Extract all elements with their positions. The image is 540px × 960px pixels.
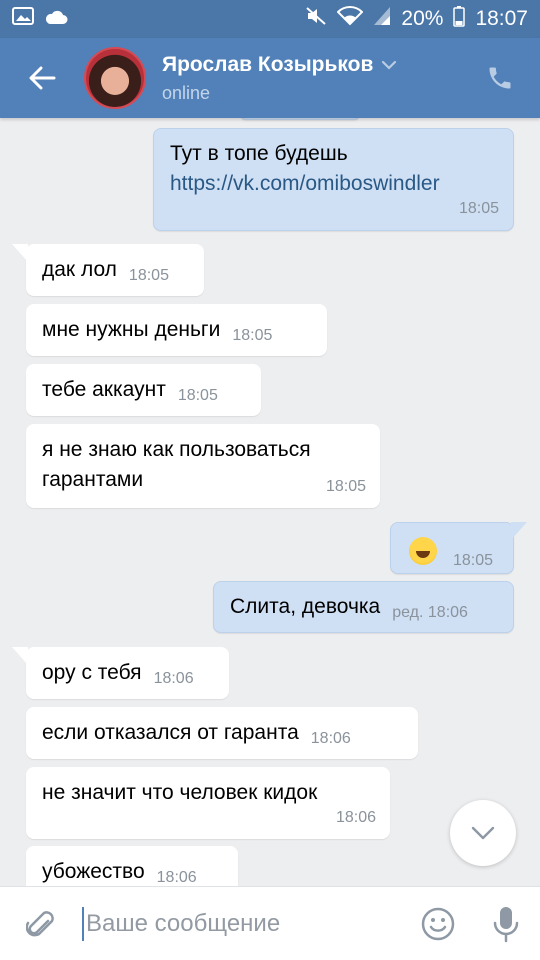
message-time: 18:05 [177, 387, 218, 404]
message-text: Слита, девочка [230, 595, 381, 618]
battery-icon [453, 5, 466, 33]
message-composer [0, 886, 540, 960]
bubble-tail [12, 647, 28, 665]
contact-info[interactable]: Ярослав Козырьков online [162, 53, 460, 104]
voice-message-button[interactable] [472, 887, 540, 960]
message-time: 18:06 [310, 730, 351, 747]
contact-status: online [162, 82, 211, 103]
message-bubble-incoming[interactable]: тебе аккаунт 18:05 [26, 364, 261, 416]
message-bubble-incoming[interactable]: ору с тебя 18:06 [12, 647, 229, 699]
bubble-tail [12, 244, 28, 262]
message-time: 18:05 [458, 200, 499, 217]
microphone-icon [493, 906, 519, 942]
message-bubble-incoming[interactable]: дак лол 18:05 [12, 244, 204, 296]
message-bubble-outgoing[interactable]: Слита, девочка ред. 18:06 [213, 581, 514, 633]
message-text: Тут в топе будешь [170, 142, 348, 165]
message-link[interactable]: https://vk.com/omiboswindler [170, 172, 440, 195]
message-text: мне нужны деньги [42, 318, 221, 341]
battery-percent: 20% [401, 7, 444, 30]
arrow-left-icon [29, 66, 56, 90]
status-time: 18:07 [475, 7, 528, 30]
message-text: ору с тебя [42, 661, 142, 684]
bubble-tail [511, 522, 527, 540]
chevron-down-icon [471, 826, 495, 840]
rolling-on-floor-laughing-emoji-icon [409, 537, 437, 565]
message-time: 18:05 [128, 267, 169, 284]
message-text: я не знаю как пользоваться гарантами [42, 438, 311, 491]
message-list[interactable]: Тут в топе будешь https://vk.com/omibosw… [0, 118, 540, 886]
chevron-down-icon [382, 60, 397, 70]
message-input[interactable] [86, 909, 386, 938]
call-button[interactable] [460, 38, 540, 118]
avatar[interactable] [84, 47, 146, 109]
emoji-button[interactable] [404, 887, 472, 960]
message-time: ред. 18:06 [392, 604, 468, 621]
message-time: 18:05 [453, 552, 494, 569]
back-button[interactable] [0, 38, 84, 118]
scroll-down-button[interactable] [450, 800, 516, 866]
message-bubble-incoming[interactable]: не значит что человек кидок 18:06 [26, 767, 390, 839]
message-bubble-outgoing[interactable]: Тут в топе будешь https://vk.com/omibosw… [153, 128, 514, 231]
message-time: 18:06 [335, 809, 376, 826]
message-text: тебе аккаунт [42, 378, 166, 401]
status-bar: 20% 18:07 [0, 0, 540, 38]
signal-icon [373, 6, 391, 32]
message-bubble-incoming[interactable]: убожество 18:06 [26, 846, 238, 886]
cloud-icon [44, 7, 68, 31]
message-bubble-partial [240, 118, 360, 120]
message-bubble-incoming[interactable]: если отказался от гаранта 18:06 [26, 707, 418, 759]
message-bubble-incoming[interactable]: мне нужны деньги 18:05 [26, 304, 327, 356]
phone-icon [489, 67, 511, 89]
message-text: если отказался от гаранта [42, 721, 299, 744]
message-text: убожество [42, 860, 145, 883]
message-time: 18:06 [156, 869, 197, 886]
gallery-icon [12, 7, 34, 31]
text-caret [82, 906, 84, 941]
message-bubble-outgoing[interactable]: 18:05 [390, 522, 527, 574]
attach-button[interactable] [0, 887, 82, 960]
message-text: дак лол [42, 258, 117, 281]
message-text: не значит что человек кидок [42, 781, 318, 804]
wifi-icon [336, 6, 364, 32]
message-time: 18:06 [153, 670, 194, 687]
message-bubble-incoming[interactable]: я не знаю как пользоваться гарантами 18:… [26, 424, 380, 508]
chat-header: Ярослав Козырьков online [0, 38, 540, 118]
mute-icon [305, 6, 327, 32]
contact-name: Ярослав Козырьков [162, 52, 374, 76]
paperclip-icon [26, 910, 54, 936]
message-time: 18:05 [325, 478, 366, 495]
message-time: 18:05 [232, 327, 273, 344]
smile-icon [421, 907, 455, 940]
